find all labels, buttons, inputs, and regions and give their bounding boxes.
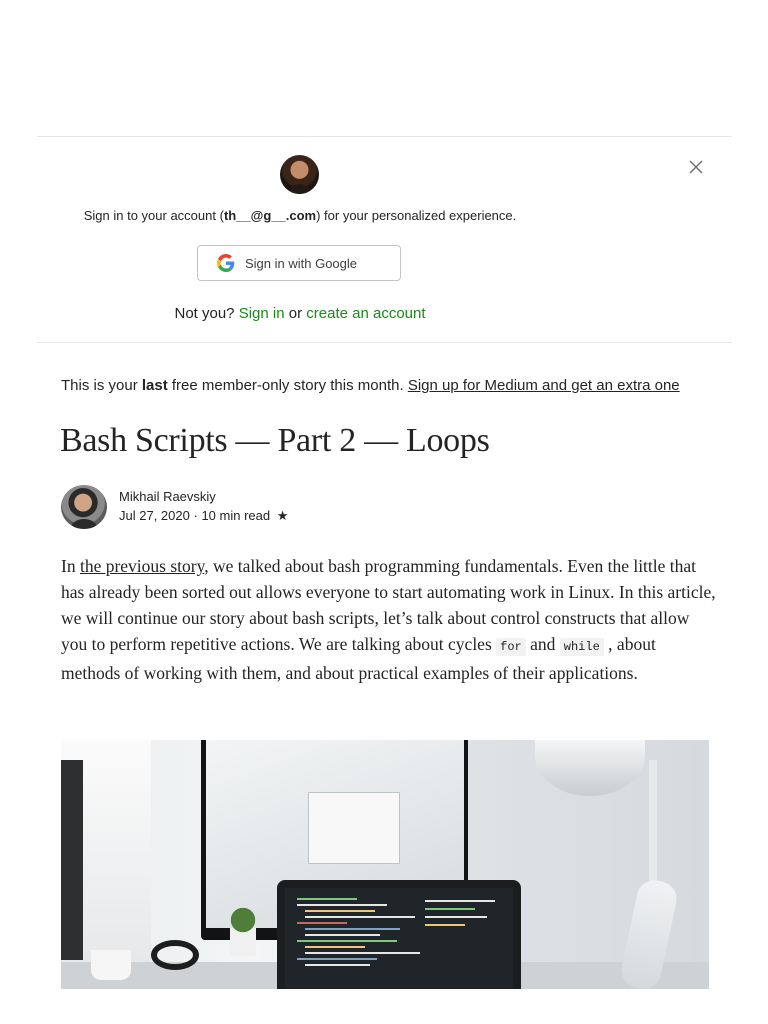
not-you-line: Not you? Sign in or create an account — [0, 305, 600, 322]
google-button-label: Sign in with Google — [245, 256, 358, 271]
author-avatar[interactable] — [61, 485, 107, 529]
hero-plant — [226, 906, 260, 934]
hero-screen-window — [308, 792, 400, 864]
not-you-text: Not you? — [174, 305, 235, 322]
create-account-link[interactable]: create an account — [306, 305, 425, 322]
article-title: Bash Scripts — Part 2 — Loops — [60, 422, 490, 459]
member-notice: This is your last free member-only story… — [61, 377, 680, 394]
member-notice-suffix: free member-only story this month. — [167, 377, 404, 394]
signin-prefix: Sign in to your account ( — [83, 208, 224, 223]
top-divider — [37, 136, 732, 137]
google-icon — [217, 254, 235, 272]
signin-message: Sign in to your account (th__@g__.com) f… — [0, 208, 600, 223]
previous-story-link[interactable]: the previous story — [80, 556, 204, 576]
hero-headphones — [151, 940, 199, 970]
or-text: or — [288, 305, 303, 322]
hero-laptop-screen — [285, 888, 513, 989]
account-avatar — [280, 155, 319, 194]
hero-window-frame — [61, 760, 83, 960]
member-notice-prefix: This is your — [61, 377, 142, 394]
p1-and: and — [525, 634, 560, 654]
sign-in-link[interactable]: Sign in — [239, 305, 285, 322]
code-for: for — [496, 638, 526, 656]
close-icon[interactable] — [686, 157, 706, 177]
meta-separator: · — [193, 508, 198, 523]
bottom-divider — [37, 342, 732, 343]
article-paragraph: In the previous story, we talked about b… — [61, 553, 716, 686]
code-while: while — [559, 638, 604, 656]
author-name[interactable]: Mikhail Raevskiy — [119, 489, 216, 504]
read-time: 10 min read — [201, 508, 271, 523]
signup-link[interactable]: Sign up for Medium and get an extra one — [408, 377, 680, 394]
article-hero-image — [61, 740, 709, 989]
hero-lamp — [535, 740, 645, 796]
google-signin-button[interactable]: Sign in with Google — [197, 245, 401, 281]
hero-cup — [91, 950, 131, 980]
signin-suffix: ) for your personalized experience. — [316, 208, 517, 223]
article-date: Jul 27, 2020 — [119, 508, 190, 523]
member-notice-bold: last — [141, 377, 168, 394]
p1-start: In — [61, 556, 80, 576]
signin-email: th__@g__.com — [223, 208, 317, 223]
member-star-icon: ★ — [276, 508, 289, 523]
article-meta: Jul 27, 2020 · 10 min read ★ — [119, 508, 288, 524]
